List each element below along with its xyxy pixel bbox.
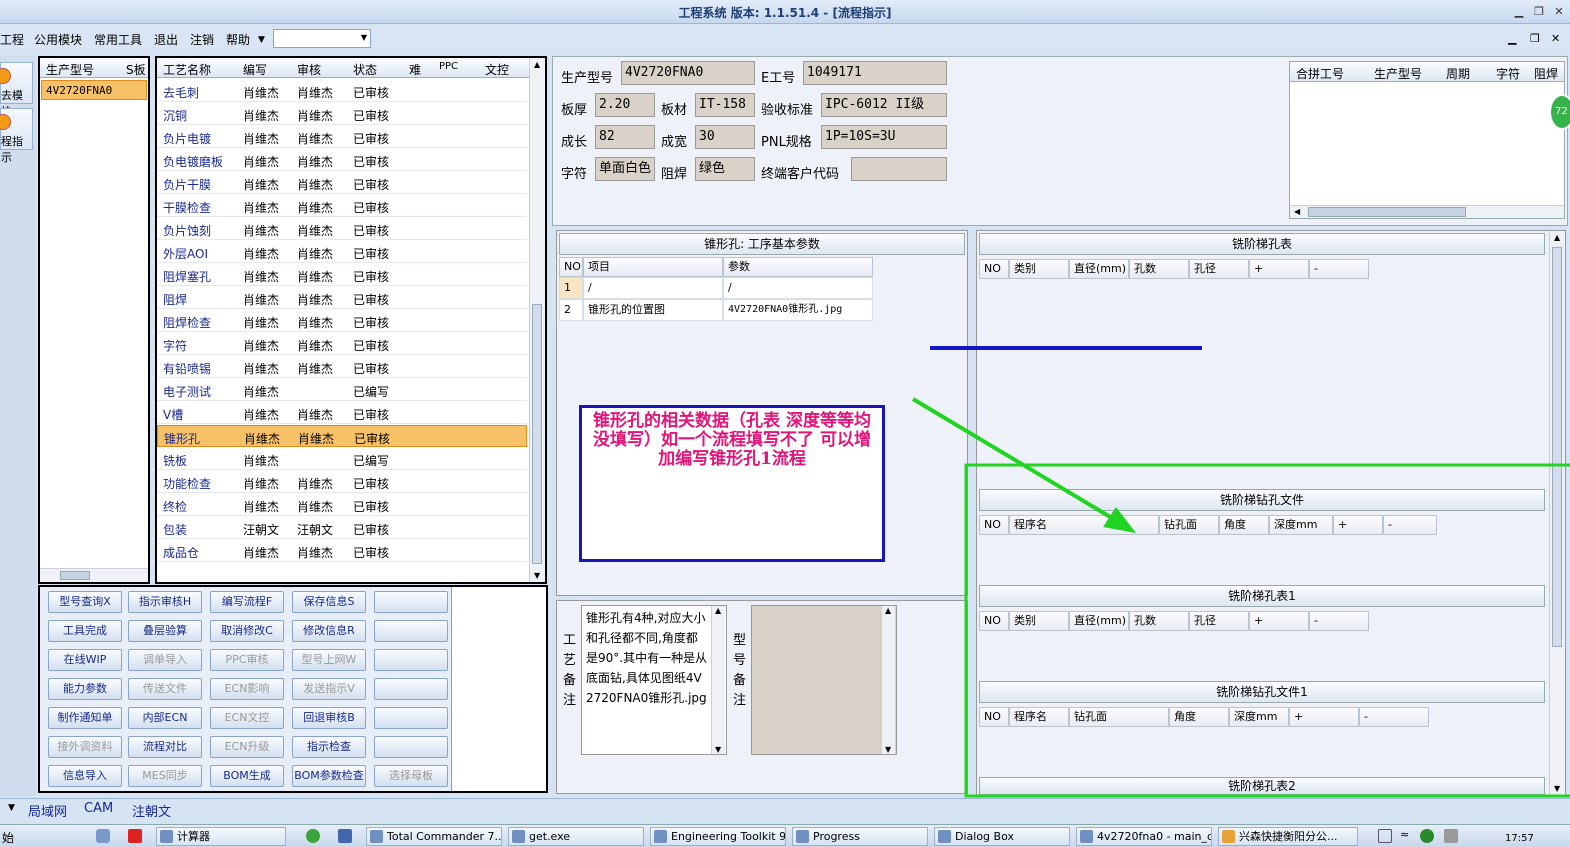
clock: 17:57 xyxy=(1505,833,1534,844)
start-button[interactable]: 始 xyxy=(2,829,14,846)
annotation-overlay xyxy=(911,346,1570,798)
task-xingsen[interactable]: 兴森快捷衡阳分公... xyxy=(1218,827,1358,846)
toolkit-icon xyxy=(654,830,667,843)
ie-icon[interactable] xyxy=(306,829,320,843)
task-calculator[interactable]: 计算器 xyxy=(156,827,286,846)
main-qa-icon xyxy=(1080,830,1093,843)
tray-icon[interactable] xyxy=(1378,829,1392,843)
status-cam: CAM xyxy=(84,801,114,816)
pdf-icon[interactable] xyxy=(128,829,142,843)
taskbar: 始 计算器 Total Commander 7.... get.exe Engi… xyxy=(0,824,1570,847)
star-icon xyxy=(1222,830,1235,843)
status-network: 局域网 xyxy=(28,805,68,820)
task-dialog-box[interactable]: Dialog Box xyxy=(934,827,1070,846)
task-main-qa[interactable]: 4v2720fna0 - main_qa xyxy=(1076,827,1212,846)
tray-volume-icon[interactable] xyxy=(1444,829,1458,843)
task-get-exe[interactable]: get.exe xyxy=(508,827,644,846)
tray-expand-icon[interactable]: ≈ xyxy=(1400,828,1409,841)
task-total-commander[interactable]: Total Commander 7.... xyxy=(366,827,502,846)
word-icon[interactable] xyxy=(338,829,352,843)
calculator-icon xyxy=(160,830,173,843)
green-arrow-head xyxy=(1103,507,1136,533)
progress-icon xyxy=(796,830,809,843)
task-engineering-toolkit[interactable]: Engineering Toolkit 9... xyxy=(650,827,786,846)
green-arrow-line xyxy=(911,397,1124,526)
quicklaunch-icon[interactable] xyxy=(96,829,110,843)
status-arrow-icon[interactable]: ▼ xyxy=(8,803,15,813)
tray-network-icon[interactable] xyxy=(1420,829,1434,843)
total-commander-icon xyxy=(370,830,383,843)
get-exe-icon xyxy=(512,830,525,843)
status-user: 注朝文 xyxy=(132,805,172,820)
green-highlight-box xyxy=(964,463,1570,798)
dialog-icon xyxy=(938,830,951,843)
task-progress[interactable]: Progress xyxy=(792,827,928,846)
status-bar: ▼ 局域网 CAM 注朝文 xyxy=(0,798,1570,820)
